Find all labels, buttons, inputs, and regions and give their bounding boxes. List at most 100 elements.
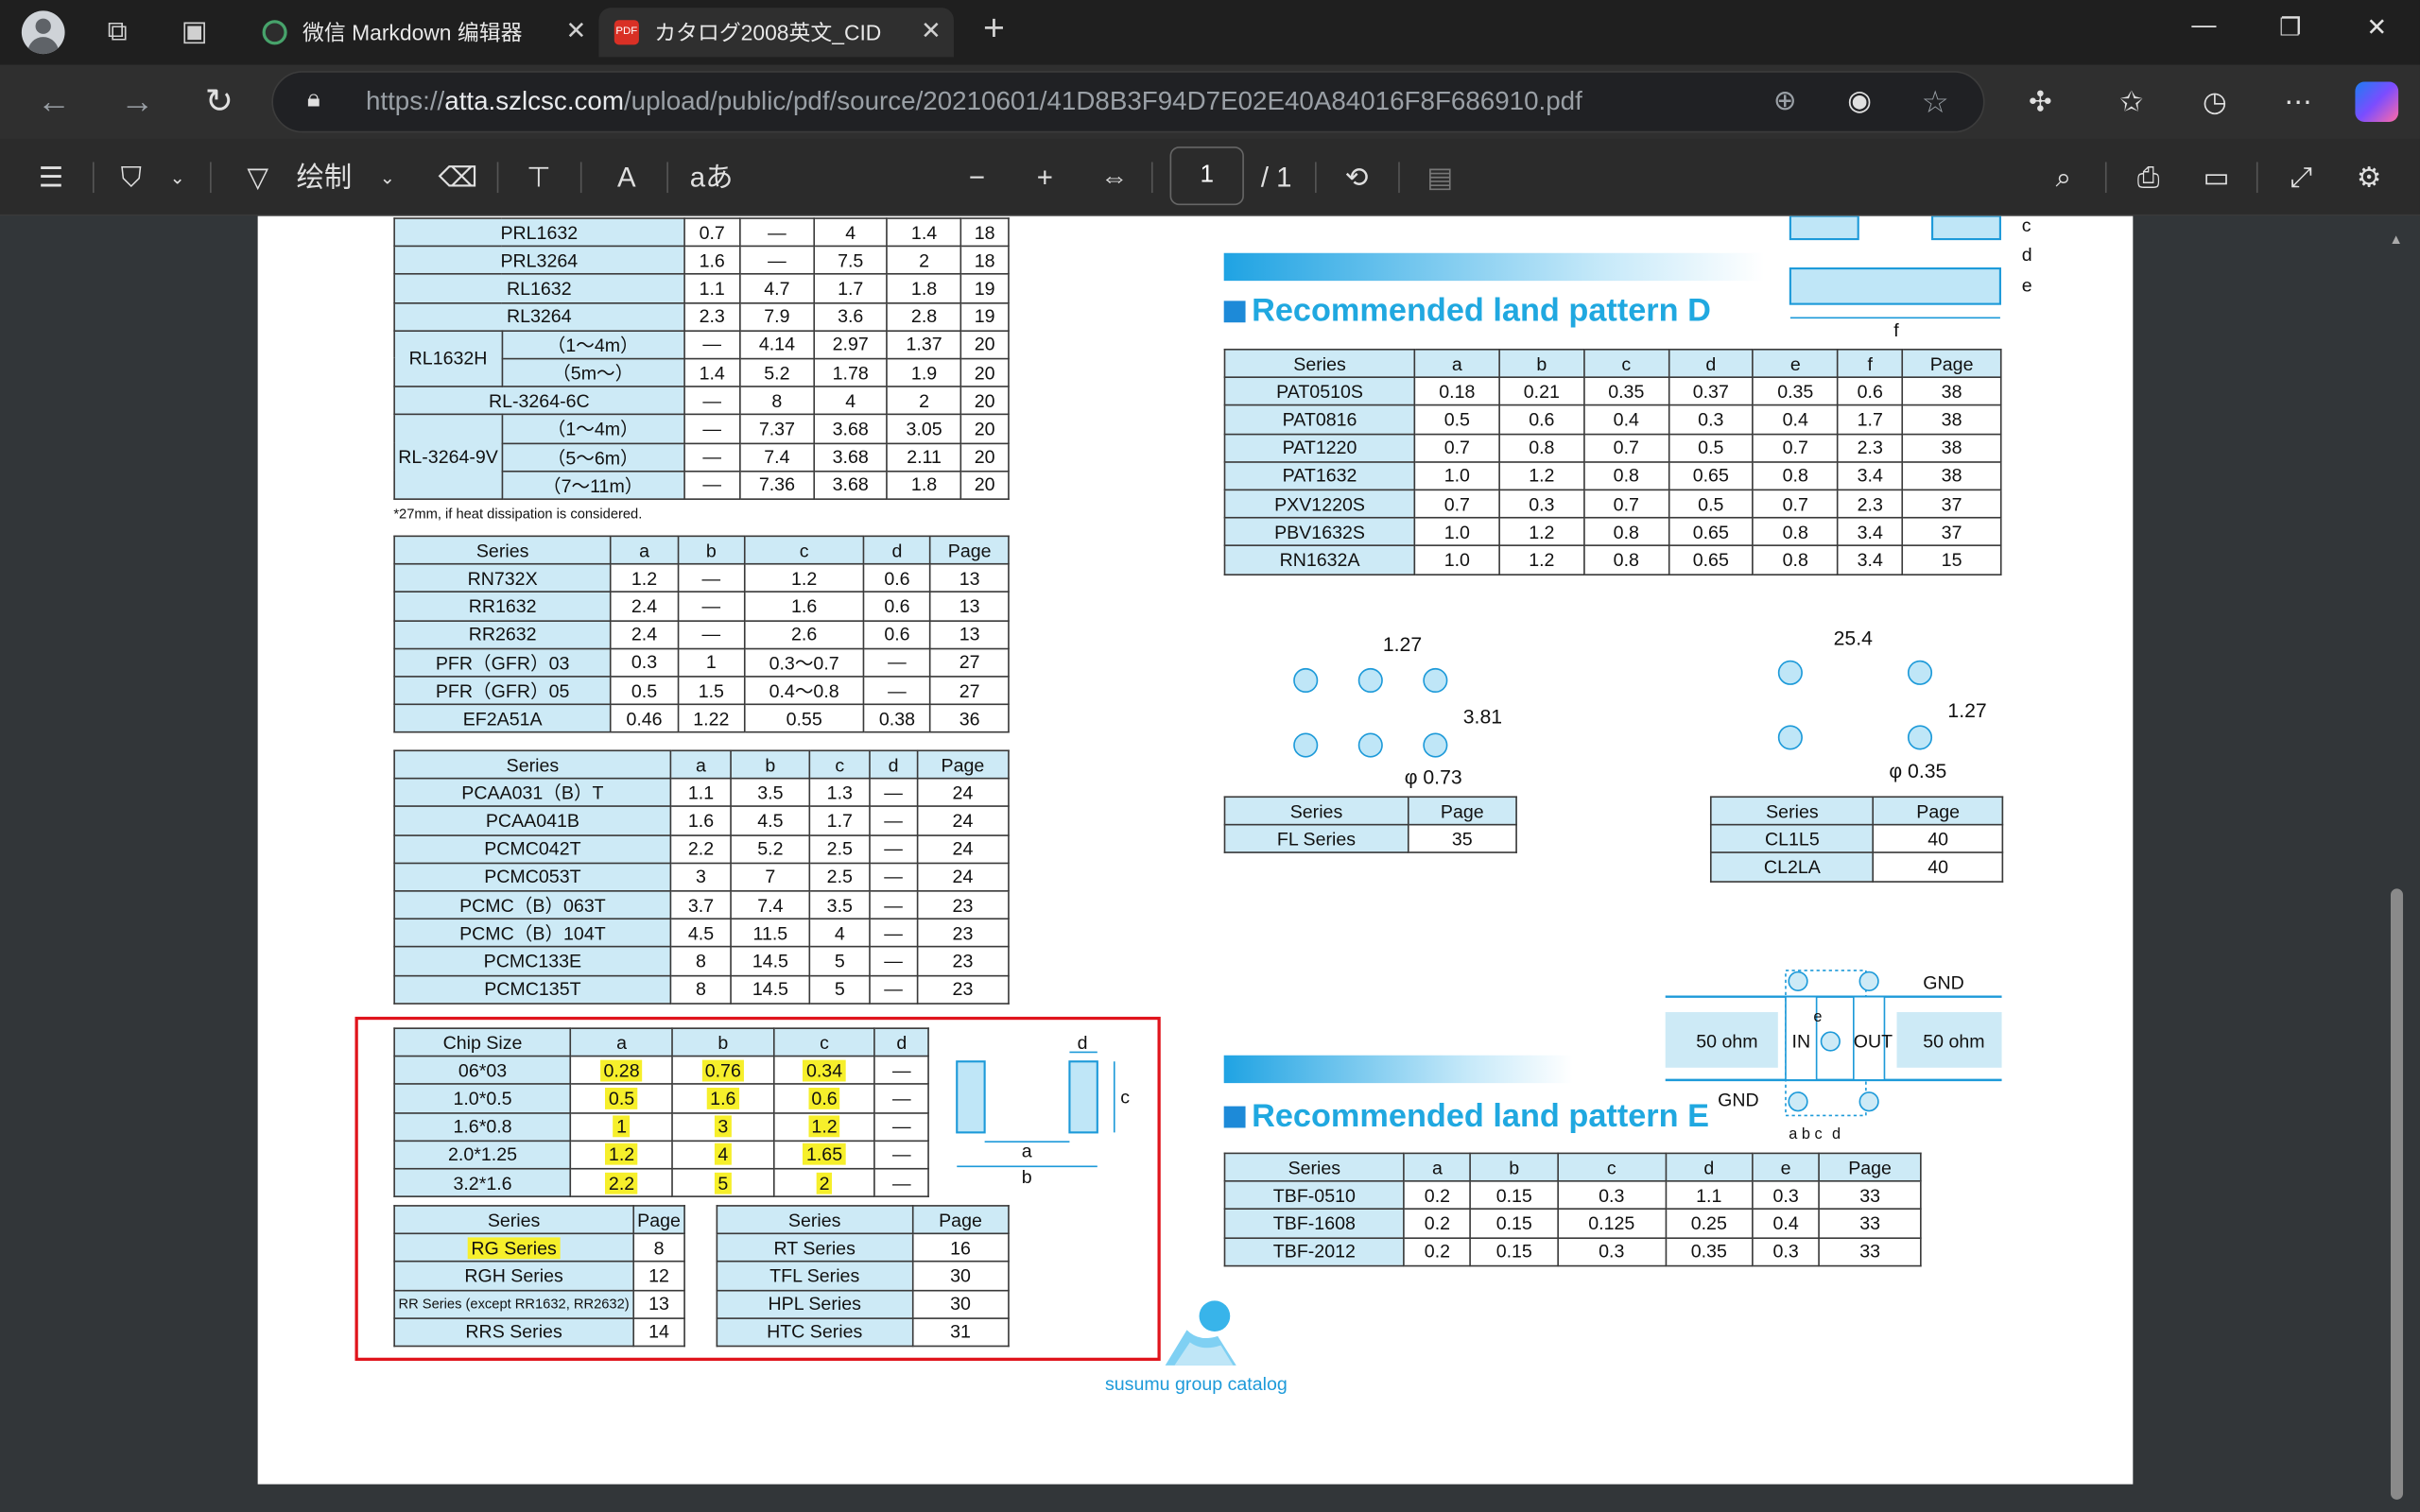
highlight-icon[interactable]: ⛉ — [114, 161, 148, 195]
settings-gear-icon[interactable]: ⚙ — [2352, 161, 2386, 195]
copilot-icon[interactable] — [2355, 81, 2399, 122]
new-tab-icon[interactable]: + — [976, 10, 1012, 47]
table-row: PFR（GFR）05 0.5 1.5 0.4～0.8—27 — [393, 675, 1010, 706]
table-cell: 0.6 — [862, 563, 932, 593]
chip-land-diagram: a b c d — [956, 1033, 1130, 1188]
column-header: a — [1403, 1152, 1472, 1182]
close-tab-icon[interactable]: ✕ — [566, 8, 587, 57]
print-icon[interactable]: ⎙ — [2132, 161, 2166, 195]
favorite-star-icon[interactable]: ☆ — [1922, 83, 1949, 122]
vertical-tabs-icon[interactable]: ▣ — [176, 15, 213, 46]
draw-label[interactable]: 绘制 — [293, 161, 354, 195]
dim-label-d: d — [1078, 1033, 1088, 1054]
table-row: CL2LA 40 — [1709, 851, 2004, 883]
table-row: RL1632H （1～4m） —4.14 2.97 1.37 20 — [393, 329, 1010, 388]
contents-icon[interactable]: ☰ — [34, 161, 68, 195]
table-cell: 2 — [886, 386, 962, 416]
back-icon[interactable]: ← — [34, 82, 74, 120]
tab-pdf-catalog[interactable]: PDF カタログ2008英文_CID ✕ — [598, 8, 954, 58]
minimize-icon[interactable]: — — [2186, 12, 2222, 40]
scroll-up-icon[interactable]: ▲ — [2389, 232, 2403, 247]
table-cell: 06*03 — [393, 1056, 572, 1086]
pdf-viewer: PRL1632 0.7—4 1.4 18 PRL3264 1.6—7.5 2 18 RL1632… — [0, 215, 2420, 1512]
rotate-icon[interactable]: ⟲ — [1340, 161, 1374, 195]
read-aloud-icon[interactable]: A — [608, 161, 645, 195]
column-header: d — [1664, 1152, 1754, 1182]
susumu-logo-icon — [1165, 1300, 1236, 1366]
extensions-icon[interactable]: ✣ — [2020, 83, 2060, 120]
address-bar[interactable]: 🔒︎ https://atta.szlcsc.com/upload/public… — [271, 71, 1985, 133]
column-header: e — [1752, 1152, 1821, 1182]
column-header: Page — [929, 535, 1010, 565]
table-cell: 2.4 — [610, 619, 679, 649]
fit-width-icon[interactable]: ⇔ — [1096, 161, 1132, 195]
read-aloud-icon[interactable]: ◉ — [1847, 85, 1872, 117]
rn-series-table: Series a b c d Page RN732X 1.2—1.2 0.6 13 RR1632 2… — [393, 535, 1010, 734]
more-menu-icon[interactable]: ⋯ — [2278, 83, 2318, 120]
table-cell: PRL3264 — [393, 245, 685, 276]
table-cell: — — [873, 1083, 929, 1114]
table-cell: RG Series — [393, 1232, 634, 1263]
zoom-out-icon[interactable]: − — [960, 161, 994, 195]
fullscreen-icon[interactable]: ⤢ — [2284, 161, 2318, 195]
text-size-label[interactable]: aあ — [688, 161, 735, 195]
highlighted-value: 0.34 — [803, 1059, 846, 1082]
table-cell: — — [683, 329, 741, 360]
table-cell: PXV1220S — [1223, 489, 1416, 519]
table-cell: 1.6 — [743, 591, 865, 622]
forward-icon[interactable]: → — [117, 82, 157, 120]
restore-icon[interactable]: ❐ — [2272, 12, 2308, 43]
table-cell: 2.0*1.25 — [393, 1140, 572, 1170]
table-cell: 0.2 — [1403, 1180, 1472, 1211]
tab-markdown-editor[interactable]: 微信 Markdown 编辑器 ✕ — [247, 8, 598, 57]
save-icon[interactable]: ▭ — [2200, 161, 2234, 195]
pattern-d-diagram: c d e f — [1789, 215, 2032, 339]
eraser-icon[interactable]: ⌫ — [439, 161, 478, 195]
zoom-in-icon[interactable]: + — [1028, 161, 1062, 195]
draw-icon[interactable]: ▽ — [241, 161, 275, 195]
vertical-scrollbar[interactable]: ▲ — [2386, 216, 2408, 1512]
url-text[interactable]: https://atta.szlcsc.com/upload/public/pd… — [366, 73, 1582, 131]
table-cell: 2.5 — [808, 833, 871, 864]
table-cell: 3.5 — [808, 889, 871, 920]
add-text-icon[interactable]: ⊤ — [522, 161, 556, 195]
dim-label-f: f — [1893, 320, 1899, 339]
table-row: PCMC053T 3 7 2.5—24 — [393, 862, 1010, 892]
table-row: PCMC133E 8 14.5 5—23 — [393, 946, 1010, 976]
window-close-icon[interactable]: ✕ — [2359, 12, 2395, 43]
column-header: b — [730, 749, 811, 780]
workspaces-icon[interactable]: ⧉ — [98, 15, 135, 46]
chevron-down-icon[interactable]: ⌄ — [166, 161, 188, 195]
refresh-icon[interactable]: ↻ — [199, 82, 239, 120]
lock-icon[interactable]: 🔒︎ — [307, 86, 320, 113]
table-cell: 30 — [911, 1261, 1010, 1291]
cl-height: 1.27 — [1947, 698, 1987, 723]
zoom-icon[interactable]: ⊕ — [1773, 85, 1797, 117]
chevron-down-icon[interactable]: ⌄ — [376, 161, 398, 195]
table-cell: — — [869, 778, 918, 808]
table-row: TBF-0510 0.2 0.15 0.3 1.1 0.3 33 — [1223, 1180, 1922, 1211]
table-cell: 20 — [959, 470, 1010, 500]
page-number-input[interactable]: 1 — [1169, 146, 1244, 206]
highlighted-value: RG Series — [468, 1237, 561, 1259]
history-icon[interactable]: ◷ — [2195, 83, 2235, 120]
table-cell: 7.4 — [739, 441, 815, 472]
search-icon[interactable]: ⌕ — [2047, 161, 2081, 195]
profile-avatar[interactable] — [21, 10, 65, 55]
close-tab-icon[interactable]: ✕ — [921, 8, 942, 57]
table-cell: 0.38 — [862, 703, 932, 734]
table-cell: 3 — [671, 1111, 775, 1142]
highlighted-value: 0.28 — [600, 1059, 643, 1082]
table-cell: 1.1 — [1664, 1180, 1754, 1211]
table-cell: 0.3～0.7 — [743, 647, 865, 678]
table-cell: PAT0816 — [1223, 404, 1416, 435]
out-ohm-label: 50 ohm — [1923, 1032, 1984, 1053]
table-cell: 19 — [959, 301, 1010, 332]
table-cell: 7.4 — [730, 889, 811, 920]
two-page-view-icon[interactable]: ▤ — [1423, 161, 1457, 195]
table-cell: 8 — [669, 946, 733, 976]
highlighted-value: 3 — [715, 1115, 732, 1138]
table-cell: 1.0 — [1413, 460, 1500, 491]
scrollbar-thumb[interactable] — [2390, 888, 2404, 1500]
favorites-icon[interactable]: ✩ — [2111, 83, 2151, 120]
